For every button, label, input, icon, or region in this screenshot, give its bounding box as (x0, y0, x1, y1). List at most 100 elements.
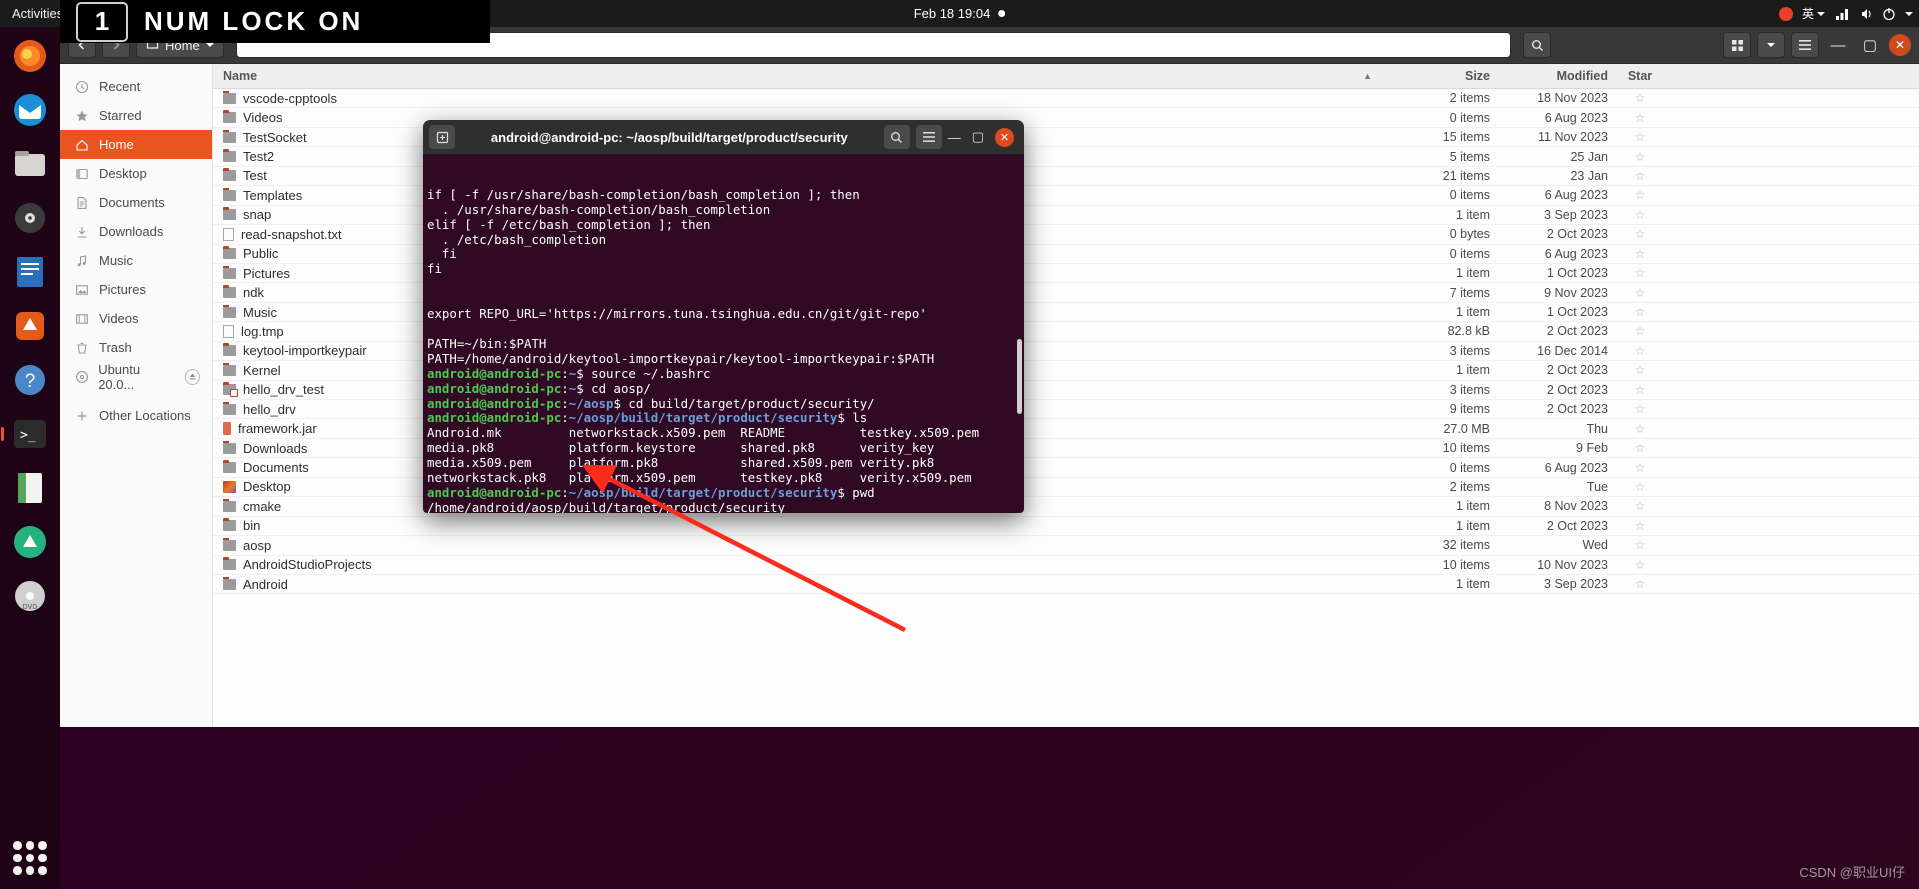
dock-item-text-editor[interactable] (7, 465, 53, 511)
table-row[interactable]: vscode-cpptools 2 items 18 Nov 2023 ☆ (213, 89, 1919, 109)
dock-item-ubuntu-software[interactable] (7, 303, 53, 349)
new-tab-button[interactable] (429, 125, 455, 149)
dock-item-firefox[interactable] (7, 33, 53, 79)
clock-button[interactable]: Feb 18 19:04 (914, 6, 1006, 21)
sidebar-item-other-locations[interactable]: Other Locations (60, 401, 212, 430)
dock-item-help[interactable]: ? (7, 357, 53, 403)
terminal-text: PATH=~/bin:$PATH (427, 335, 547, 351)
file-star-cell[interactable]: ☆ (1614, 577, 1666, 591)
terminal-output[interactable]: if [ -f /usr/share/bash-completion/bash_… (423, 154, 1024, 513)
file-modified-cell: 6 Aug 2023 (1544, 246, 1608, 261)
sidebar-item-starred[interactable]: Starred (60, 101, 212, 130)
file-star-cell[interactable]: ☆ (1614, 227, 1666, 241)
file-name-cell[interactable]: AndroidStudioProjects (213, 557, 1378, 572)
terminal-line: PATH=/home/android/keytool-importkeypair… (425, 351, 1024, 367)
file-star-cell[interactable]: ☆ (1614, 538, 1666, 552)
file-star-cell[interactable]: ☆ (1614, 266, 1666, 280)
sidebar-item-music[interactable]: Music (60, 246, 212, 275)
file-star-cell[interactable]: ☆ (1614, 422, 1666, 436)
terminal-maximize-button[interactable]: ▢ (972, 129, 984, 145)
file-star-cell[interactable]: ☆ (1614, 208, 1666, 222)
file-star-cell[interactable]: ☆ (1614, 519, 1666, 533)
table-row[interactable]: AndroidStudioProjects 10 items 10 Nov 2023… (213, 556, 1919, 575)
network-icon[interactable] (1834, 7, 1850, 21)
dock-item-thunderbird[interactable] (7, 87, 53, 133)
sidebar-item-downloads[interactable]: Downloads (60, 217, 212, 246)
volume-icon[interactable] (1859, 7, 1873, 21)
table-row[interactable]: Android 1 item 3 Sep 2023 ☆ (213, 575, 1919, 595)
screen-record-icon[interactable] (1778, 6, 1793, 21)
terminal-line: android@android-pc:~/aosp/build/target/p… (425, 485, 1024, 501)
folder-icon (223, 285, 236, 299)
main-menu-button[interactable] (1791, 32, 1819, 58)
file-name-label: Downloads (243, 440, 308, 456)
file-star-cell[interactable]: ☆ (1614, 150, 1666, 164)
column-header-star[interactable]: Star (1614, 69, 1666, 83)
terminal-scrollbar[interactable] (1017, 339, 1022, 414)
terminal-close-button[interactable]: ✕ (995, 127, 1014, 147)
sidebar-item-trash[interactable]: Trash (60, 333, 212, 362)
file-star-cell[interactable]: ☆ (1614, 344, 1666, 358)
dock-item-files[interactable] (7, 141, 53, 187)
search-button[interactable] (1523, 32, 1551, 58)
dock-item-terminal[interactable]: >_ (7, 411, 53, 457)
file-star-cell[interactable]: ☆ (1614, 188, 1666, 202)
file-star-cell[interactable]: ☆ (1614, 499, 1666, 513)
file-star-cell[interactable]: ☆ (1614, 383, 1666, 397)
dock-item-libreoffice-writer[interactable] (7, 249, 53, 295)
sidebar-item-pictures[interactable]: Pictures (60, 275, 212, 304)
file-star-cell[interactable]: ☆ (1614, 91, 1666, 105)
file-star-cell[interactable]: ☆ (1614, 111, 1666, 125)
file-modified-cell: 6 Aug 2023 (1544, 188, 1608, 203)
grid-view-button[interactable] (1723, 32, 1751, 58)
file-name-cell[interactable]: Android (213, 576, 1378, 592)
minimize-button[interactable]: — (1825, 32, 1851, 58)
dock-item-android-studio[interactable] (7, 519, 53, 565)
power-icon[interactable] (1882, 7, 1896, 21)
ime-indicator[interactable]: 英 (1802, 5, 1825, 22)
file-star-cell[interactable]: ☆ (1614, 480, 1666, 494)
sidebar-item-desktop[interactable]: Desktop (60, 159, 212, 188)
sidebar-item-videos[interactable]: Videos (60, 304, 212, 333)
file-star-cell[interactable]: ☆ (1614, 130, 1666, 144)
sidebar-item-documents[interactable]: Documents (60, 188, 212, 217)
folder-icon (223, 246, 236, 260)
table-row[interactable]: bin 1 item 2 Oct 2023 ☆ (213, 517, 1919, 537)
file-name-cell[interactable]: aosp (213, 537, 1378, 553)
maximize-button[interactable]: ▢ (1857, 32, 1883, 58)
terminal-text: fi (427, 261, 442, 277)
folder-icon (223, 304, 236, 318)
close-button[interactable]: ✕ (1889, 34, 1911, 56)
sidebar-item-recent[interactable]: Recent (60, 72, 212, 101)
eject-icon[interactable] (184, 368, 200, 385)
notification-dot-icon (998, 10, 1006, 17)
file-star-cell[interactable]: ☆ (1614, 324, 1666, 338)
file-name-cell[interactable]: vscode-cpptools (213, 90, 1378, 106)
file-star-cell[interactable]: ☆ (1614, 363, 1666, 377)
table-row[interactable]: aosp 32 items Wed ☆ (213, 536, 1919, 556)
terminal-menu-button[interactable] (915, 125, 942, 149)
file-star-cell[interactable]: ☆ (1614, 169, 1666, 183)
terminal-text: Android.mk networkstack.x509.pem README … (427, 425, 980, 441)
view-options-button[interactable] (1757, 32, 1785, 58)
file-star-cell[interactable]: ☆ (1614, 286, 1666, 300)
tray-chevron-down-icon[interactable] (1905, 11, 1913, 16)
file-name-cell[interactable]: bin (213, 518, 1378, 533)
sidebar-item-ubuntu-drive[interactable]: Ubuntu 20.0... (60, 362, 212, 392)
file-star-cell[interactable]: ☆ (1614, 461, 1666, 475)
dock-item-dvd-drive[interactable]: DVD (7, 573, 53, 619)
file-star-cell[interactable]: ☆ (1614, 402, 1666, 416)
terminal-search-button[interactable] (883, 125, 910, 149)
sidebar-item-home[interactable]: Home (60, 130, 212, 159)
sidebar-item-label: Starred (99, 108, 142, 123)
column-header-name[interactable]: Name ▲ (213, 69, 1378, 83)
file-star-cell[interactable]: ☆ (1614, 441, 1666, 455)
show-applications-button[interactable] (13, 841, 47, 875)
column-header-modified[interactable]: Modified (1496, 69, 1614, 83)
dock-item-rhythmbox[interactable] (7, 195, 53, 241)
file-star-cell[interactable]: ☆ (1614, 305, 1666, 319)
column-header-size[interactable]: Size (1378, 69, 1496, 83)
file-star-cell[interactable]: ☆ (1614, 247, 1666, 261)
file-star-cell[interactable]: ☆ (1614, 558, 1666, 572)
terminal-minimize-button[interactable]: — (948, 130, 961, 145)
